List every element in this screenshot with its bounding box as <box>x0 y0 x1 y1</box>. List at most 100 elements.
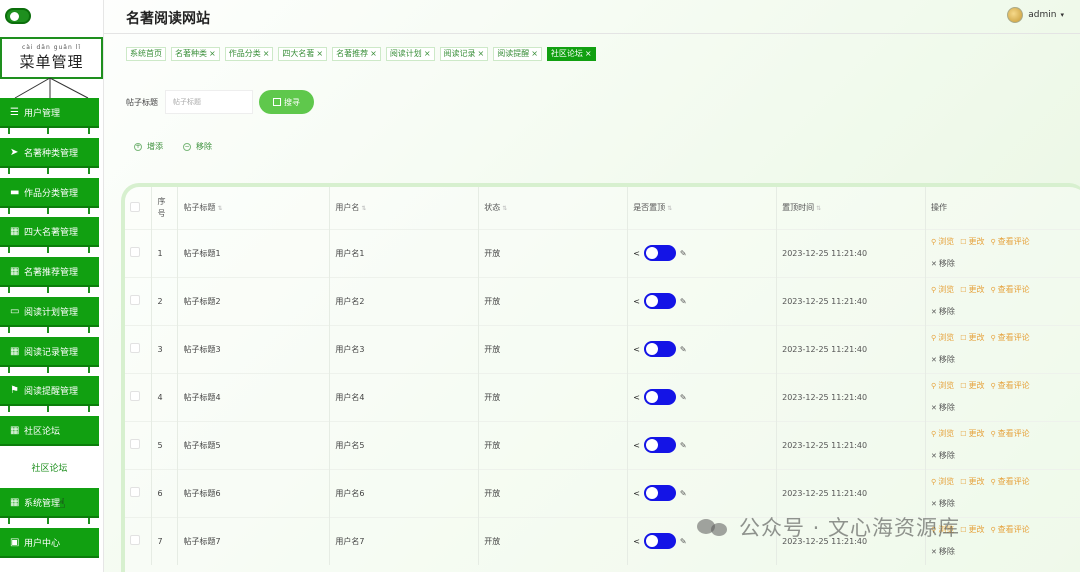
row-select-cell[interactable] <box>125 420 153 469</box>
table-row[interactable]: 3 帖子标题3 用户名3 开放 < ✎ 2023-12-25 11:21:40 ⚲ 浏览 ☐ 更改 ⚲… <box>125 324 1080 373</box>
row-checkbox[interactable] <box>130 439 140 449</box>
tab[interactable]: 阅读计划 × <box>385 47 435 61</box>
col-status[interactable]: 状态 ⇅ <box>478 187 629 229</box>
sidebar-item[interactable]: ▬ 作品分类管理 <box>0 178 99 208</box>
close-icon[interactable]: × <box>263 49 270 58</box>
tab[interactable]: 名著推荐 × <box>332 47 381 61</box>
close-icon[interactable]: × <box>316 49 323 58</box>
close-icon[interactable]: × <box>209 49 216 58</box>
search-button[interactable]: 搜寻 <box>259 90 314 114</box>
row-checkbox[interactable] <box>130 535 140 546</box>
edit-icon[interactable]: ✎ <box>680 537 687 546</box>
edit-button[interactable]: ☐ 更改 <box>960 375 984 397</box>
view-comments-button[interactable]: ⚲ 查看评论 <box>990 519 1029 541</box>
edit-icon[interactable]: ✎ <box>680 441 687 450</box>
delete-button[interactable]: ✕ 移除 <box>931 301 955 323</box>
edit-icon[interactable]: ✎ <box>680 489 687 498</box>
view-comments-button[interactable]: ⚲ 查看评论 <box>990 423 1029 445</box>
pin-toggle[interactable] <box>643 485 676 501</box>
table-row[interactable]: 4 帖子标题4 用户名4 开放 < ✎ 2023-12-25 11:21:40 ⚲ 浏览 ☐ 更改 ⚲… <box>125 372 1080 421</box>
delete-button[interactable]: ✕ 移除 <box>931 349 955 371</box>
row-select-cell[interactable] <box>125 228 153 277</box>
edit-icon[interactable]: ✎ <box>680 345 687 354</box>
view-button[interactable]: ⚲ 浏览 <box>931 327 954 349</box>
remove-button[interactable]: − 移除 <box>183 141 212 152</box>
row-select-cell[interactable] <box>125 468 153 517</box>
close-icon[interactable]: × <box>424 49 431 58</box>
tab[interactable]: 名著种类 × <box>171 47 220 61</box>
view-comments-button[interactable]: ⚲ 查看评论 <box>990 279 1029 301</box>
col-pinned[interactable]: 是否置顶 ⇅ <box>627 187 778 229</box>
select-all-checkbox[interactable] <box>130 201 140 212</box>
row-select-cell[interactable] <box>125 516 153 565</box>
sidebar-item[interactable]: ➤ 名著种类管理 <box>0 138 99 168</box>
edit-button[interactable]: ☐ 更改 <box>960 519 984 541</box>
close-icon[interactable]: × <box>585 49 592 58</box>
edit-button[interactable]: ☐ 更改 <box>960 471 984 493</box>
sidebar-item[interactable]: ▦ 四大名著管理 <box>0 217 99 247</box>
edit-button[interactable]: ☐ 更改 <box>960 423 984 445</box>
select-all-cell[interactable] <box>125 187 153 229</box>
row-checkbox[interactable] <box>130 247 140 257</box>
row-select-cell[interactable] <box>125 372 153 421</box>
row-checkbox[interactable] <box>130 487 140 497</box>
tab[interactable]: 四大名著 × <box>278 47 328 61</box>
sidebar-item[interactable]: ▦ 社区论坛 <box>0 416 99 446</box>
sidebar-item[interactable]: ▦ 阅读记录管理 <box>0 337 99 367</box>
user-menu[interactable]: admin ▾ <box>1007 7 1064 23</box>
tab[interactable]: 社区论坛 × <box>546 47 596 61</box>
col-pin-time[interactable]: 置顶时间 ⇅ <box>776 187 927 229</box>
view-comments-button[interactable]: ⚲ 查看评论 <box>990 231 1029 253</box>
view-button[interactable]: ⚲ 浏览 <box>931 471 954 493</box>
pin-toggle[interactable] <box>643 389 676 405</box>
col-title[interactable]: 帖子标题 ⇅ <box>177 187 331 229</box>
table-row[interactable]: 2 帖子标题2 用户名2 开放 < ✎ 2023-12-25 11:21:40 ⚲ 浏览 ☐ 更改 ⚲… <box>125 276 1080 325</box>
edit-icon[interactable]: ✎ <box>680 249 687 258</box>
close-icon[interactable]: × <box>370 49 377 58</box>
tab[interactable]: 作品分类 × <box>224 47 274 61</box>
row-select-cell[interactable] <box>125 324 153 373</box>
sidebar-item[interactable]: ▦ 名著推荐管理 <box>0 257 99 287</box>
close-icon[interactable]: × <box>478 49 485 58</box>
sidebar-toggle[interactable] <box>5 8 31 24</box>
row-checkbox[interactable] <box>130 343 140 353</box>
table-row[interactable]: 5 帖子标题5 用户名5 开放 < ✎ 2023-12-25 11:21:40 ⚲ 浏览 ☐ 更改 ⚲… <box>125 420 1080 469</box>
view-comments-button[interactable]: ⚲ 查看评论 <box>990 471 1029 493</box>
row-select-cell[interactable] <box>125 276 153 325</box>
add-button[interactable]: + 增添 <box>134 141 163 152</box>
pin-toggle[interactable] <box>643 245 676 261</box>
edit-icon[interactable]: ✎ <box>680 297 687 306</box>
search-input[interactable]: 帖子标题 <box>165 90 253 114</box>
view-button[interactable]: ⚲ 浏览 <box>931 423 954 445</box>
submenu-forum[interactable]: 社区论坛 <box>0 453 99 481</box>
sidebar-item[interactable]: ▦ 系统管理 <box>0 488 99 518</box>
view-button[interactable]: ⚲ 浏览 <box>931 375 954 397</box>
delete-button[interactable]: ✕ 移除 <box>931 541 955 563</box>
delete-button[interactable]: ✕ 移除 <box>931 445 955 467</box>
close-icon[interactable]: × <box>531 49 538 58</box>
tab[interactable]: 系统首页 <box>126 47 166 61</box>
pin-toggle[interactable] <box>643 293 676 309</box>
pin-toggle[interactable] <box>643 341 676 357</box>
edit-icon[interactable]: ✎ <box>680 393 687 402</box>
view-button[interactable]: ⚲ 浏览 <box>931 279 954 301</box>
delete-button[interactable]: ✕ 移除 <box>931 253 955 275</box>
table-row[interactable]: 6 帖子标题6 用户名6 开放 < ✎ 2023-12-25 11:21:40 ⚲ 浏览 ☐ 更改 ⚲… <box>125 468 1080 517</box>
sidebar-item[interactable]: ☰ 用户管理 <box>0 98 99 128</box>
row-checkbox[interactable] <box>130 391 140 401</box>
pin-toggle[interactable] <box>643 437 676 453</box>
col-user[interactable]: 用户名 ⇅ <box>329 187 480 229</box>
edit-button[interactable]: ☐ 更改 <box>960 279 984 301</box>
row-checkbox[interactable] <box>130 295 140 305</box>
view-comments-button[interactable]: ⚲ 查看评论 <box>990 327 1029 349</box>
tab[interactable]: 阅读提醒 × <box>493 47 542 61</box>
sidebar-item[interactable]: ▣ 用户中心 <box>0 528 99 558</box>
view-button[interactable]: ⚲ 浏览 <box>931 231 954 253</box>
table-row[interactable]: 1 帖子标题1 用户名1 开放 < ✎ 2023-12-25 11:21:40 ⚲ 浏览 ☐ 更改 ⚲… <box>125 228 1080 277</box>
tab[interactable]: 阅读记录 × <box>439 47 489 61</box>
pin-toggle[interactable] <box>643 533 676 550</box>
sidebar-item[interactable]: ▭ 阅读计划管理 <box>0 297 99 327</box>
sidebar-item[interactable]: ⚑ 阅读提醒管理 <box>0 376 99 406</box>
edit-button[interactable]: ☐ 更改 <box>960 231 984 253</box>
view-comments-button[interactable]: ⚲ 查看评论 <box>990 375 1029 397</box>
